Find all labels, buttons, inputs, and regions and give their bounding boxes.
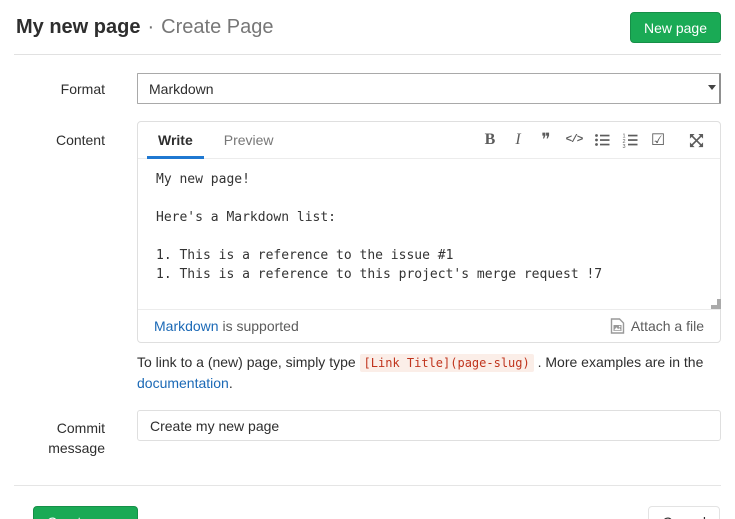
fullscreen-icon[interactable] bbox=[682, 127, 710, 153]
title-separator: · bbox=[147, 16, 154, 39]
markdown-editor: Write Preview B I ❞ </> bbox=[137, 121, 721, 343]
page-title: My new page bbox=[16, 16, 140, 39]
tab-write[interactable]: Write bbox=[147, 122, 204, 158]
commit-message-row: Commit message bbox=[14, 410, 721, 458]
cancel-button[interactable]: Cancel bbox=[648, 506, 720, 519]
form-actions: Create page Cancel bbox=[14, 485, 721, 519]
page-header: My new page · Create Page New page bbox=[14, 0, 721, 55]
task-list-icon[interactable]: ☑ bbox=[644, 127, 672, 153]
format-select[interactable]: Markdown bbox=[137, 73, 721, 104]
help-text-after: . More examples are in the bbox=[534, 354, 704, 370]
commit-message-label: Commit message bbox=[14, 410, 105, 458]
image-file-icon bbox=[610, 318, 625, 334]
new-page-button[interactable]: New page bbox=[630, 12, 721, 43]
wiki-content-textarea[interactable]: My new page! Here's a Markdown list: 1. … bbox=[138, 159, 720, 309]
quote-icon[interactable]: ❞ bbox=[532, 127, 560, 153]
resize-handle[interactable] bbox=[707, 295, 717, 305]
editor-textarea-wrap: My new page! Here's a Markdown list: 1. … bbox=[138, 159, 720, 309]
editor-toolbar-bar: Write Preview B I ❞ </> bbox=[138, 122, 720, 159]
bullet-list-icon[interactable] bbox=[588, 127, 616, 153]
wiki-help-text: To link to a (new) page, simply type [Li… bbox=[137, 352, 721, 393]
bold-icon[interactable]: B bbox=[476, 127, 504, 153]
content-label: Content bbox=[14, 121, 105, 150]
code-icon[interactable]: </> bbox=[560, 127, 588, 153]
markdown-supported-text: is supported bbox=[219, 318, 299, 334]
create-page-button[interactable]: Create page bbox=[33, 506, 138, 519]
tab-preview[interactable]: Preview bbox=[213, 122, 285, 158]
attach-file-button[interactable]: Attach a file bbox=[610, 318, 704, 334]
format-label: Format bbox=[14, 73, 105, 99]
page-subtitle: Create Page bbox=[161, 16, 273, 39]
tab-write-label: Write bbox=[158, 132, 193, 148]
formatting-toolbar: B I ❞ </> 1 bbox=[476, 122, 720, 158]
documentation-link[interactable]: documentation bbox=[137, 375, 229, 391]
markdown-help-link[interactable]: Markdown bbox=[154, 318, 219, 334]
italic-icon[interactable]: I bbox=[504, 127, 532, 153]
tab-preview-label: Preview bbox=[224, 132, 274, 148]
format-select-wrap: Markdown bbox=[137, 73, 721, 104]
commit-message-input[interactable] bbox=[137, 410, 721, 441]
help-text-period: . bbox=[229, 375, 233, 391]
numbered-list-icon[interactable]: 1 2 3 bbox=[616, 127, 644, 153]
svg-text:3: 3 bbox=[623, 144, 626, 148]
attach-file-label: Attach a file bbox=[631, 318, 704, 334]
help-text-before: To link to a (new) page, simply type bbox=[137, 354, 360, 370]
editor-footer: Markdown is supported Attach a file bbox=[138, 309, 720, 342]
create-wiki-page: My new page · Create Page New page Forma… bbox=[0, 0, 735, 519]
content-row: Content Write Preview B I ❞ </> bbox=[14, 121, 721, 343]
format-row: Format Markdown bbox=[14, 73, 721, 104]
link-syntax-code: [Link Title](page-slug) bbox=[360, 354, 534, 372]
